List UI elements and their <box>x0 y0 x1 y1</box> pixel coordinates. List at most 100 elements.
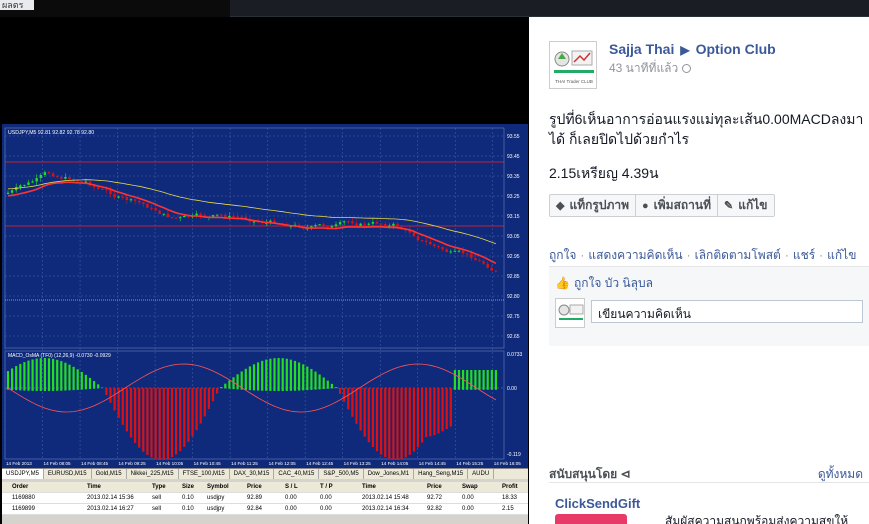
liker-name[interactable]: บัว นิลุบล <box>605 276 653 290</box>
globe-icon[interactable] <box>682 64 692 73</box>
background-page-text: ผลตร <box>0 0 34 10</box>
table-cell: 2013.02.14 15:36 <box>87 495 134 501</box>
add-location-button[interactable]: ● เพิ่มสถานที่ <box>636 195 719 216</box>
price-tick: 93.45 <box>507 154 520 160</box>
histogram-bar <box>388 388 391 459</box>
histogram-bar <box>343 388 346 402</box>
histogram-bar <box>39 358 42 391</box>
triangle-right-icon: ▶ <box>680 43 690 57</box>
histogram-bar <box>359 388 362 431</box>
tag-icon: ◆ <box>556 200 565 212</box>
comment-link[interactable]: แสดงความคิดเห็น <box>588 248 682 262</box>
tag-photo-button[interactable]: ◆ แท็กรูปภาพ <box>550 195 636 216</box>
table-cell: 0.00 <box>462 495 474 501</box>
photo-trading-screenshot: 93.55 93.45 93.35 93.25 93.15 93.05 92.95 92.85… <box>2 124 528 524</box>
candle-body <box>322 224 325 226</box>
histogram-bar <box>166 388 169 459</box>
price-tick: 93.15 <box>507 214 520 220</box>
chart-tab: USDJPY,M5 <box>2 469 44 479</box>
table-cell: 0.00 <box>285 495 297 501</box>
candle-body <box>314 225 317 227</box>
candle-body <box>162 213 165 215</box>
time-tick: 14 Feb 12:45 <box>306 461 334 466</box>
table-cell: usdjpy <box>207 495 225 501</box>
author-link[interactable]: Sajja Thai <box>609 41 674 57</box>
page-link[interactable]: Option Club <box>696 41 776 57</box>
candle-body <box>199 213 202 216</box>
candle-body <box>138 200 141 203</box>
histogram-bar <box>179 388 182 451</box>
comment-input[interactable]: เขียนความคิดเห็น <box>591 300 863 323</box>
candle-body <box>437 246 440 248</box>
histogram-bar <box>261 360 264 391</box>
histogram-bar <box>404 388 407 458</box>
candle-body <box>39 174 42 179</box>
share-link[interactable]: แชร์ <box>793 248 815 262</box>
table-row: Order Time Type Size Symbol Price S / L T / P Ti… <box>2 482 528 493</box>
logo-caption: THAI Trader CLUB <box>555 79 593 84</box>
candle-body <box>154 207 157 211</box>
histogram-bar <box>76 369 79 390</box>
page-avatar[interactable]: THAI Trader CLUB <box>549 41 597 89</box>
candle-body <box>367 223 370 225</box>
candle-body <box>236 216 239 218</box>
tag-photo-label: แท็กรูปภาพ <box>569 198 629 212</box>
chart-tab: Hang_Seng,M15 <box>414 469 469 479</box>
chart-tab: S&P_500,M5 <box>319 469 364 479</box>
candle-body <box>461 250 465 254</box>
histogram-bar <box>306 366 309 391</box>
candle-body <box>183 215 186 218</box>
candle-body <box>113 194 116 198</box>
candle-body <box>232 215 235 217</box>
candle-body <box>338 222 342 225</box>
candle-body <box>43 172 47 175</box>
ad-choices-icon[interactable]: ⊲ <box>621 467 631 481</box>
candle-body <box>129 199 133 201</box>
candle-body <box>343 221 346 223</box>
histogram-bar <box>400 388 403 460</box>
histogram-bar <box>408 388 411 455</box>
pencil-icon: ✎ <box>724 200 734 212</box>
post-time[interactable]: 43 นาทีที่แล้ว <box>609 61 678 75</box>
time-tick: 14 Feb 09:25 <box>119 461 147 466</box>
edit-button[interactable]: ✎ แก้ไข <box>718 195 773 216</box>
like-link[interactable]: ถูกใจ <box>549 248 576 262</box>
histogram-bar <box>367 388 370 443</box>
histogram-bar <box>134 388 137 443</box>
ad-image[interactable] <box>555 514 627 524</box>
candle-body <box>220 214 223 216</box>
candle-body <box>445 249 448 253</box>
candle-body <box>101 188 104 190</box>
candle-body <box>174 217 178 219</box>
table-cell: sell <box>152 506 162 512</box>
histogram-bar <box>437 388 440 434</box>
time-tick: 14 Feb 08:05 <box>44 461 72 466</box>
post-text: รูปที่6เห็นอาการอ่อนแรงแม่ทุละเส้น0.00MA… <box>549 111 864 147</box>
price-tick: 93.05 <box>507 234 520 240</box>
likes-section: 👍 ถูกใจ บัว นิลุบล เขียนความคิดเห็น <box>549 266 869 346</box>
histogram-bar <box>15 366 18 391</box>
histogram-bar <box>363 388 366 437</box>
ad-title-link[interactable]: ClickSendGift <box>555 496 640 511</box>
table-cell: 0.00 <box>320 506 332 512</box>
histogram-bar <box>392 388 395 460</box>
time-tick: 14 Feb 16:05 <box>494 461 522 466</box>
mt4-chart: 93.55 93.45 93.35 93.25 93.15 93.05 92.95 92.85… <box>2 124 528 468</box>
table-row: 1169880 2013.02.14 15:36 sell 0.10 usdjpy 92.… <box>2 493 528 504</box>
histogram-bar <box>129 388 133 438</box>
time-tick: 14 Feb 15:25 <box>456 461 484 466</box>
edit-link[interactable]: แก้ไข <box>827 248 856 262</box>
histogram-bar <box>88 377 92 390</box>
histogram-bar <box>347 388 350 410</box>
photo-stage[interactable]: 93.55 93.45 93.35 93.25 93.15 93.05 92.95 92.85… <box>0 17 529 524</box>
time-tick: 14 Feb 2013 <box>6 461 32 466</box>
table-cell: 92.72 <box>427 495 443 501</box>
histogram-bar <box>207 388 210 409</box>
candle-body <box>158 210 161 214</box>
table-cell: 92.82 <box>427 506 443 512</box>
commenter-avatar <box>555 298 585 328</box>
unfollow-link[interactable]: เลิกติดตามโพสต์ <box>695 248 781 262</box>
indicator-tick: 0.0733 <box>507 352 523 358</box>
candle-body <box>384 224 387 227</box>
time-tick: 14 Feb 11:25 <box>231 461 258 466</box>
